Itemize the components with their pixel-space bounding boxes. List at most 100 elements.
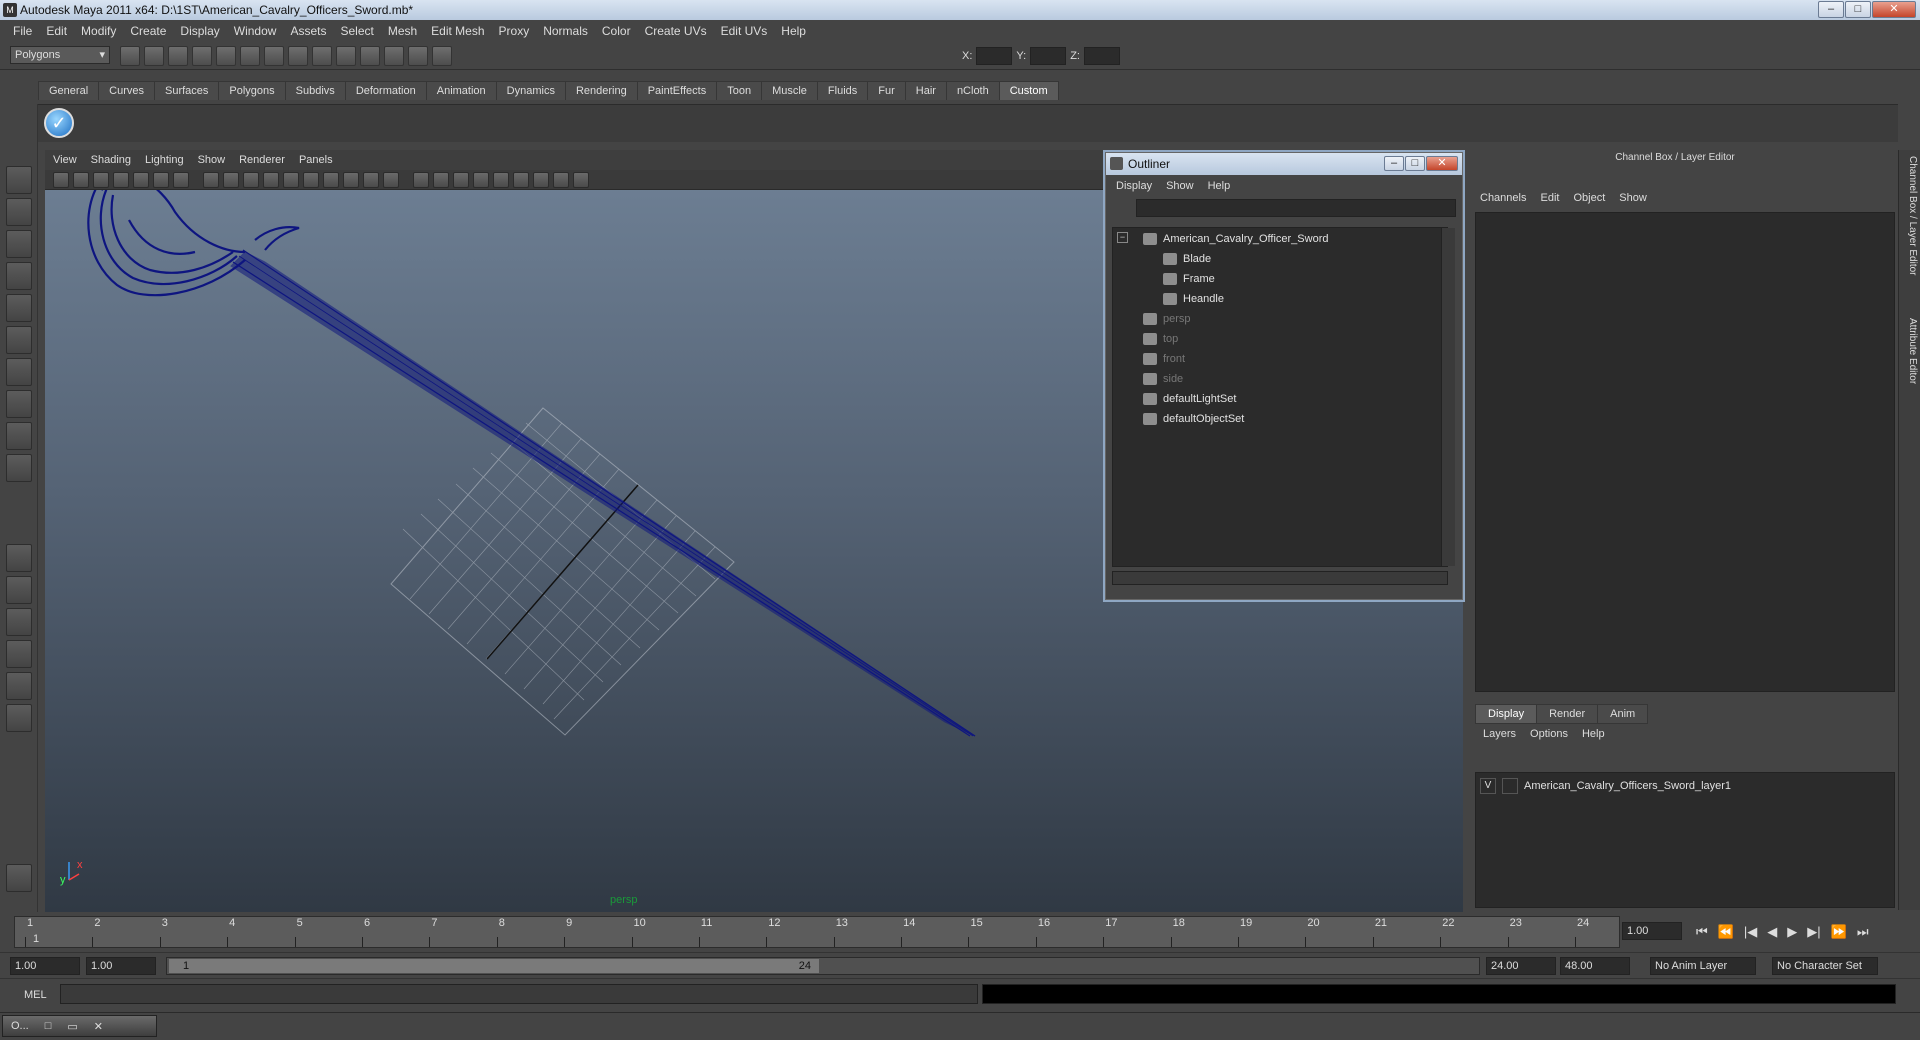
viewport-menu-view[interactable]: View	[53, 154, 77, 166]
outliner-item-heandle[interactable]: Heandle	[1163, 290, 1224, 308]
viewport-tool-icon[interactable]	[93, 172, 109, 188]
viewport-tool-icon[interactable]	[243, 172, 259, 188]
mode-select[interactable]: Polygons	[10, 46, 110, 64]
move-tool-icon[interactable]	[6, 262, 32, 290]
select-component-icon[interactable]	[240, 46, 260, 66]
outliner-minimize-button[interactable]: –	[1384, 156, 1404, 171]
outliner-maximize-button[interactable]: □	[1405, 156, 1425, 171]
play-backwards-icon[interactable]: ◀	[1767, 924, 1777, 940]
menu-select[interactable]: Select	[333, 24, 380, 38]
shelf-tab-toon[interactable]: Toon	[716, 81, 763, 100]
soft-mod-icon[interactable]	[6, 390, 32, 418]
snap-surface-icon[interactable]	[336, 46, 356, 66]
viewport-tool-icon[interactable]	[383, 172, 399, 188]
graph-persp-icon[interactable]	[6, 640, 32, 668]
go-to-end-icon[interactable]: ⏭	[1857, 924, 1869, 940]
viewport-tool-icon[interactable]	[223, 172, 239, 188]
outliner-item-top[interactable]: top	[1143, 330, 1178, 348]
layer-tab-anim[interactable]: Anim	[1597, 704, 1649, 724]
animation-end-field[interactable]: 48.00	[1560, 957, 1630, 975]
shelf-tab-subdivs[interactable]: Subdivs	[284, 81, 346, 100]
viewport-tool-icon[interactable]	[493, 172, 509, 188]
viewport-tool-icon[interactable]	[433, 172, 449, 188]
outliner-horizontal-scrollbar[interactable]	[1112, 571, 1448, 585]
shelf-check-icon[interactable]: ✓	[44, 108, 74, 138]
viewport-tool-icon[interactable]	[133, 172, 149, 188]
open-scene-icon[interactable]	[144, 46, 164, 66]
shelf-tab-fur[interactable]: Fur	[867, 81, 906, 100]
shelf-tab-custom[interactable]: Custom	[998, 81, 1059, 100]
play-forwards-icon[interactable]: ▶	[1787, 924, 1797, 940]
outliner-window[interactable]: Outliner – □ ✕ Display Show Help − America…	[1105, 152, 1463, 600]
layer-menu-layers[interactable]: Layers	[1483, 728, 1516, 740]
outliner-persp-icon[interactable]	[6, 608, 32, 636]
viewport-tool-icon[interactable]	[263, 172, 279, 188]
menu-window[interactable]: Window	[227, 24, 284, 38]
collapse-toggle-icon[interactable]: −	[1117, 232, 1128, 243]
render-settings-icon[interactable]	[432, 46, 452, 66]
side-tab-attribute-editor[interactable]: Attribute Editor	[1902, 318, 1918, 384]
step-forward-key-icon[interactable]: ⏩	[1831, 924, 1847, 940]
viewport-tool-icon[interactable]	[283, 172, 299, 188]
minimize-button[interactable]: –	[1818, 1, 1844, 18]
channel-menu-edit[interactable]: Edit	[1540, 192, 1559, 204]
menu-file[interactable]: File	[6, 24, 39, 38]
select-hierarchy-icon[interactable]	[192, 46, 212, 66]
layer-menu-options[interactable]: Options	[1530, 728, 1568, 740]
rotate-tool-icon[interactable]	[6, 294, 32, 322]
step-back-key-icon[interactable]: ⏪	[1718, 924, 1734, 940]
new-scene-icon[interactable]	[120, 46, 140, 66]
outliner-item-american-cavalry-officer-sword[interactable]: American_Cavalry_Officer_Sword	[1143, 230, 1328, 248]
select-tool-icon[interactable]	[6, 166, 32, 194]
shelf-tab-ncloth[interactable]: nCloth	[945, 81, 1000, 100]
outliner-filter-field[interactable]	[1136, 199, 1456, 217]
layer-visibility-toggle[interactable]: V	[1480, 778, 1496, 794]
four-view-icon[interactable]	[6, 576, 32, 604]
viewport-tool-icon[interactable]	[303, 172, 319, 188]
show-manip-icon[interactable]	[6, 422, 32, 450]
x-field[interactable]	[976, 47, 1013, 65]
viewport-tool-icon[interactable]	[153, 172, 169, 188]
shelf-tab-fluids[interactable]: Fluids	[816, 81, 869, 100]
paint-select-icon[interactable]	[6, 230, 32, 258]
step-back-icon[interactable]: |◀	[1744, 924, 1757, 940]
range-bar[interactable]: 1 24	[166, 957, 1480, 975]
shelf-tab-animation[interactable]: Animation	[425, 81, 497, 100]
menu-modify[interactable]: Modify	[74, 24, 123, 38]
viewport-tool-icon[interactable]	[533, 172, 549, 188]
shelf-tab-polygons[interactable]: Polygons	[218, 81, 286, 100]
hypershade-persp-icon[interactable]	[6, 672, 32, 700]
outliner-close-button[interactable]: ✕	[1426, 156, 1458, 171]
restore-icon[interactable]: □	[45, 1020, 52, 1032]
viewport-tool-icon[interactable]	[323, 172, 339, 188]
viewport-tool-icon[interactable]	[343, 172, 359, 188]
viewport-menu-shading[interactable]: Shading	[91, 154, 131, 166]
viewport-tool-icon[interactable]	[53, 172, 69, 188]
close-icon[interactable]: ✕	[94, 1020, 103, 1033]
step-forward-icon[interactable]: ▶|	[1807, 924, 1820, 940]
outliner-list[interactable]: − American_Cavalry_Officer_Sword Blade Fra…	[1112, 227, 1448, 567]
last-tool-icon[interactable]	[6, 454, 32, 482]
menu-proxy[interactable]: Proxy	[492, 24, 537, 38]
shelf-tab-curves[interactable]: Curves	[98, 81, 155, 100]
outliner-menu-show[interactable]: Show	[1166, 180, 1194, 192]
viewport-tool-icon[interactable]	[573, 172, 589, 188]
layout-icon[interactable]	[6, 704, 32, 732]
minimized-outliner[interactable]: O... □ ▭ ✕	[2, 1015, 157, 1037]
channel-menu-show[interactable]: Show	[1619, 192, 1647, 204]
menu-edit[interactable]: Edit	[39, 24, 74, 38]
viewport-menu-lighting[interactable]: Lighting	[145, 154, 184, 166]
rig-icon[interactable]	[6, 864, 32, 892]
viewport-tool-icon[interactable]	[203, 172, 219, 188]
save-scene-icon[interactable]	[168, 46, 188, 66]
shelf-tab-dynamics[interactable]: Dynamics	[495, 81, 566, 100]
outliner-item-defaultlightset[interactable]: defaultLightSet	[1143, 390, 1236, 408]
layer-playback-toggle[interactable]	[1502, 778, 1518, 794]
select-object-icon[interactable]	[216, 46, 236, 66]
layer-tab-render[interactable]: Render	[1536, 704, 1599, 724]
playback-end-field[interactable]: 24.00	[1486, 957, 1556, 975]
viewport-tool-icon[interactable]	[553, 172, 569, 188]
menu-create-uvs[interactable]: Create UVs	[638, 24, 714, 38]
mel-label[interactable]: MEL	[24, 989, 47, 1001]
anim-layer-select[interactable]: No Anim Layer	[1650, 957, 1756, 975]
